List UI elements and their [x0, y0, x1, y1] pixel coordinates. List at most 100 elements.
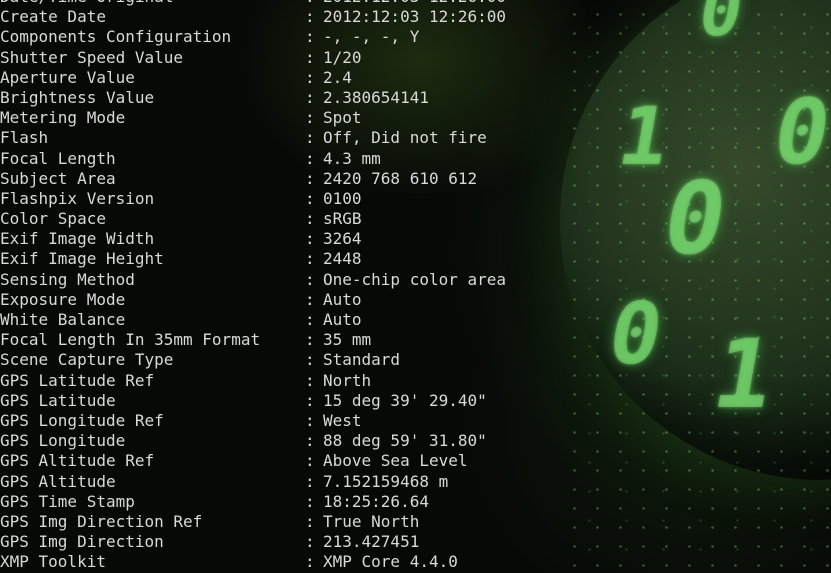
exif-separator: : — [305, 552, 315, 572]
exif-tag-value: 2012:12:03 12:26:00 — [323, 7, 507, 27]
exif-row: Aperture Value:2.4 — [0, 68, 831, 88]
exif-tag-name: GPS Altitude — [0, 471, 116, 491]
exif-tag-name: GPS Img Direction — [0, 532, 164, 552]
exif-row: GPS Altitude:7.152159468 m — [0, 472, 831, 492]
exif-row: XMP Toolkit: XMP Core 4.4.0 — [0, 552, 831, 572]
exif-separator: : — [305, 370, 315, 390]
exif-tag-name: XMP Toolkit — [0, 552, 106, 572]
exif-tag-value: 2.4 — [323, 67, 352, 87]
exif-row: GPS Latitude Ref: North — [0, 371, 831, 391]
exif-separator: : — [305, 269, 315, 289]
exif-separator: : — [305, 532, 315, 552]
exif-row: Scene Capture Type: Standard — [0, 350, 831, 370]
exif-separator: : — [305, 330, 315, 350]
exif-tag-name: Exif Image Width — [0, 229, 155, 249]
exif-row: Focal Length:4.3 mm — [0, 149, 831, 169]
exif-tag-value: Standard — [323, 350, 401, 370]
exif-separator: : — [305, 209, 315, 229]
exif-tag-name: GPS Latitude — [0, 390, 116, 410]
exif-separator: : — [305, 289, 315, 309]
exif-row: Flashpix Version:0100 — [0, 189, 831, 209]
exif-tag-value: 2448 — [323, 249, 362, 269]
exif-tag-value: 15 deg 39' 29.40" — [323, 390, 487, 410]
exif-separator: : — [305, 128, 315, 148]
exif-separator: : — [305, 0, 323, 7]
exif-tag-value: 35 mm — [323, 330, 372, 350]
exif-separator: : — [305, 350, 315, 370]
exif-tag-name: Focal Length — [0, 148, 116, 168]
exif-output-text[interactable]: Date/Time Original:2012:12:03 12:26:00Cr… — [0, 0, 831, 572]
exif-row: Date/Time Original:2012:12:03 12:26:00 — [0, 0, 831, 7]
exif-tag-value: XMP Core 4.4.0 — [323, 552, 458, 572]
exif-separator: : — [305, 7, 315, 27]
exif-tag-value: 2.380654141 — [323, 87, 429, 107]
exif-tag-name: Flashpix Version — [0, 188, 155, 208]
exif-tag-value: North — [323, 370, 372, 390]
exif-tag-value: 0100 — [323, 188, 362, 208]
exif-tag-value: Off, Did not fire — [323, 128, 487, 148]
exif-row: Color Space: sRGB — [0, 209, 831, 229]
exif-separator: : — [305, 471, 315, 491]
exif-row: Brightness Value:2.380654141 — [0, 88, 831, 108]
terminal-window: 0 1 0 0 0 1 Date/Time Original:2012:12:0… — [0, 0, 831, 573]
exif-tag-value: Auto — [323, 289, 362, 309]
exif-tag-name: GPS Longitude Ref — [0, 410, 164, 430]
exif-tag-value: True North — [323, 511, 420, 531]
exif-tag-name: Shutter Speed Value — [0, 47, 184, 67]
exif-separator: : — [305, 431, 315, 451]
exif-tag-value: 2420 768 610 612 — [323, 168, 478, 188]
exif-tag-value: Auto — [323, 310, 362, 329]
exif-tag-value: 3264 — [323, 229, 362, 249]
exif-row: GPS Img Direction Ref: True North — [0, 512, 831, 532]
exif-row: Components Configuration: -, -, -, Y — [0, 27, 831, 47]
exif-tag-name: Exif Image Height — [0, 249, 164, 269]
exif-tag-value: One-chip color area — [323, 269, 507, 289]
exif-tag-name: Scene Capture Type — [0, 350, 174, 370]
exif-row: Exif Image Height:2448 — [0, 249, 831, 269]
exif-row: GPS Latitude:15 deg 39' 29.40" — [0, 391, 831, 411]
exif-tag-value: 18:25:26.64 — [323, 491, 429, 511]
exif-tag-value: 4.3 mm — [323, 148, 381, 168]
exif-tag-name: GPS Altitude Ref — [0, 451, 155, 471]
exif-tag-value: Above Sea Level — [323, 451, 468, 471]
exif-tag-name: GPS Time Stamp — [0, 491, 135, 511]
exif-tag-value: 7.152159468 m — [323, 471, 449, 491]
exif-separator: : — [305, 511, 315, 531]
exif-row: Flash: Off, Did not fire — [0, 128, 831, 148]
exif-tag-value: 1/20 — [323, 47, 362, 67]
exif-separator: : — [305, 47, 315, 67]
exif-row: Focal Length In 35mm Format:35 mm — [0, 330, 831, 350]
exif-separator: : — [305, 27, 315, 47]
exif-tag-name: Flash — [0, 128, 49, 148]
exif-tag-value: Spot — [323, 108, 362, 128]
exif-row: GPS Altitude Ref: Above Sea Level — [0, 451, 831, 471]
exif-separator: : — [305, 108, 315, 128]
exif-separator: : — [305, 310, 315, 329]
exif-row: Shutter Speed Value:1/20 — [0, 48, 831, 68]
exif-tag-name: Date/Time Original — [0, 0, 305, 7]
exif-separator: : — [305, 168, 315, 188]
exif-row: GPS Img Direction:213.427451 — [0, 532, 831, 552]
exif-tag-value: West — [323, 410, 362, 430]
exif-tag-name: Focal Length In 35mm Format — [0, 330, 261, 350]
exif-tag-name: White Balance — [0, 310, 126, 329]
exif-tag-name: GPS Longitude — [0, 431, 126, 451]
exif-tag-name: Brightness Value — [0, 87, 155, 107]
exif-row: Exif Image Width:3264 — [0, 229, 831, 249]
exif-separator: : — [305, 188, 315, 208]
exif-separator: : — [305, 390, 315, 410]
exif-separator: : — [305, 249, 315, 269]
exif-tag-name: Aperture Value — [0, 67, 135, 87]
exif-tag-name: Create Date — [0, 7, 106, 27]
exif-tag-name: Exposure Mode — [0, 289, 126, 309]
exif-tag-name: GPS Img Direction Ref — [0, 511, 203, 531]
exif-tag-value: 213.427451 — [323, 532, 420, 552]
exif-row: Create Date:2012:12:03 12:26:00 — [0, 7, 831, 27]
exif-tag-name: Components Configuration — [0, 27, 232, 47]
exif-row: GPS Time Stamp:18:25:26.64 — [0, 492, 831, 512]
exif-row: GPS Longitude:88 deg 59' 31.80" — [0, 431, 831, 451]
exif-tag-name: Color Space — [0, 209, 106, 229]
exif-tag-name: GPS Latitude Ref — [0, 370, 155, 390]
exif-tag-value: 2012:12:03 12:26:00 — [323, 0, 506, 6]
exif-tag-value: -, -, -, Y — [323, 27, 420, 47]
